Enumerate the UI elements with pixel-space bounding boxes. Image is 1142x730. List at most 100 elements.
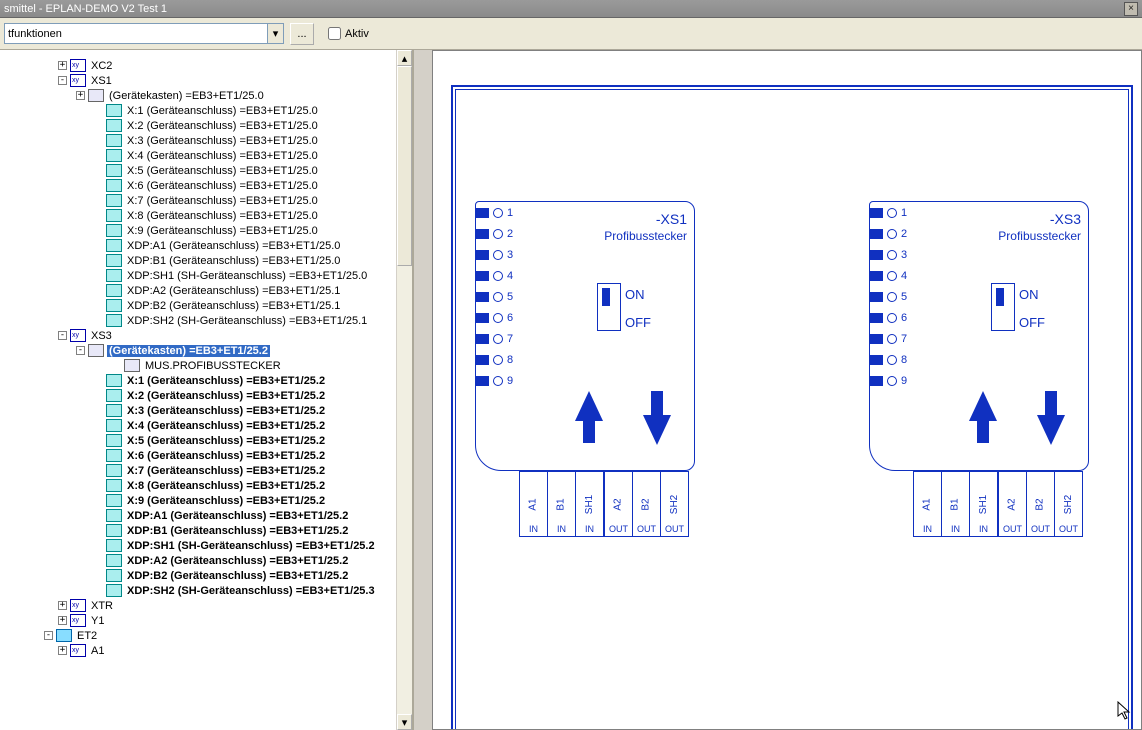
tree-item[interactable]: +XC2 bbox=[16, 58, 412, 73]
scroll-down-icon[interactable]: ▾ bbox=[397, 714, 412, 730]
collapse-icon[interactable]: - bbox=[58, 76, 67, 85]
tree-item[interactable]: X:8 (Geräteanschluss) =EB3+ET1/25.0 bbox=[16, 208, 412, 223]
aktiv-check-input[interactable] bbox=[328, 27, 341, 40]
structure-icon bbox=[70, 329, 86, 342]
tree-item[interactable]: XDP:SH2 (SH-Geräteanschluss) =EB3+ET1/25… bbox=[16, 313, 412, 328]
terminal-block: A1IN B1IN SH1IN A2OUT B2OUT SH2OUT bbox=[519, 471, 689, 537]
arrow-up-stem bbox=[977, 419, 989, 443]
connector-xs3[interactable]: -XS3 Profibusstecker ON OFF A1IN B1IN SH… bbox=[869, 201, 1089, 543]
pin-square-icon bbox=[475, 376, 489, 386]
tree-item[interactable]: X:2 (Geräteanschluss) =EB3+ET1/25.0 bbox=[16, 118, 412, 133]
tree-item[interactable]: X:6 (Geräteanschluss) =EB3+ET1/25.0 bbox=[16, 178, 412, 193]
collapse-icon[interactable]: - bbox=[44, 631, 53, 640]
tree-item[interactable]: -ET2 bbox=[16, 628, 412, 643]
tree-item[interactable]: X:2 (Geräteanschluss) =EB3+ET1/25.2 bbox=[16, 388, 412, 403]
connector-xs1[interactable]: -XS1 Profibusstecker ON OFF A1IN B1IN SH… bbox=[475, 201, 695, 543]
vertical-scrollbar[interactable]: ▴ ▾ bbox=[396, 50, 412, 730]
tree-item-label: X:9 (Geräteanschluss) =EB3+ET1/25.0 bbox=[125, 225, 320, 237]
pin-row: 6 bbox=[475, 312, 513, 324]
collapse-icon[interactable]: - bbox=[58, 331, 67, 340]
tree-item[interactable]: XDP:B1 (Geräteanschluss) =EB3+ET1/25.2 bbox=[16, 523, 412, 538]
tree-item-label: XDP:A2 (Geräteanschluss) =EB3+ET1/25.1 bbox=[125, 285, 342, 297]
pin-circle-icon bbox=[493, 208, 503, 218]
tree-item[interactable]: XDP:SH1 (SH-Geräteanschluss) =EB3+ET1/25… bbox=[16, 538, 412, 553]
close-icon[interactable]: × bbox=[1124, 2, 1138, 16]
expand-icon[interactable]: + bbox=[58, 646, 67, 655]
tree-item[interactable]: -(Gerätekasten) =EB3+ET1/25.2 bbox=[16, 343, 412, 358]
tree-item[interactable]: +A1 bbox=[16, 643, 412, 658]
scroll-thumb[interactable] bbox=[397, 66, 412, 266]
switch-on-label: ON bbox=[1019, 287, 1039, 302]
filter-combo-text: tfunktionen bbox=[8, 28, 62, 40]
connection-icon bbox=[106, 179, 122, 192]
devicebox-icon bbox=[124, 359, 140, 372]
tree-item[interactable]: X:4 (Geräteanschluss) =EB3+ET1/25.0 bbox=[16, 148, 412, 163]
expand-icon[interactable]: + bbox=[76, 91, 85, 100]
pin-number: 4 bbox=[901, 270, 907, 282]
tree-item-label: X:7 (Geräteanschluss) =EB3+ET1/25.2 bbox=[125, 465, 327, 477]
drawing-canvas[interactable]: -XS1 Profibusstecker ON OFF A1IN B1IN SH… bbox=[432, 50, 1142, 730]
scroll-up-icon[interactable]: ▴ bbox=[397, 50, 412, 66]
aktiv-checkbox[interactable]: Aktiv bbox=[328, 27, 369, 40]
tree-item[interactable]: XDP:B2 (Geräteanschluss) =EB3+ET1/25.1 bbox=[16, 298, 412, 313]
tree-item[interactable]: X:7 (Geräteanschluss) =EB3+ET1/25.2 bbox=[16, 463, 412, 478]
connection-icon bbox=[106, 494, 122, 507]
pin-square-icon bbox=[475, 271, 489, 281]
pin-number: 1 bbox=[507, 207, 513, 219]
tree-item[interactable]: XDP:SH1 (SH-Geräteanschluss) =EB3+ET1/25… bbox=[16, 268, 412, 283]
filter-combo[interactable]: tfunktionen ▾ bbox=[4, 23, 284, 44]
tree-item[interactable]: XDP:A1 (Geräteanschluss) =EB3+ET1/25.2 bbox=[16, 508, 412, 523]
connection-icon bbox=[106, 299, 122, 312]
tree-item[interactable]: X:7 (Geräteanschluss) =EB3+ET1/25.0 bbox=[16, 193, 412, 208]
structure-icon bbox=[70, 599, 86, 612]
pin-row: 2 bbox=[475, 228, 513, 240]
tree-item[interactable]: -XS1 bbox=[16, 73, 412, 88]
tree-item[interactable]: XDP:SH2 (SH-Geräteanschluss) =EB3+ET1/25… bbox=[16, 583, 412, 598]
tree-item[interactable]: X:4 (Geräteanschluss) =EB3+ET1/25.2 bbox=[16, 418, 412, 433]
pin-circle-icon bbox=[887, 355, 897, 365]
pin-number: 5 bbox=[901, 291, 907, 303]
tree-item[interactable]: X:3 (Geräteanschluss) =EB3+ET1/25.2 bbox=[16, 403, 412, 418]
pin-number: 9 bbox=[507, 375, 513, 387]
tree-item[interactable]: +Y1 bbox=[16, 613, 412, 628]
tree-item[interactable]: XDP:A2 (Geräteanschluss) =EB3+ET1/25.1 bbox=[16, 283, 412, 298]
pin-row: 3 bbox=[869, 249, 907, 261]
tree-item[interactable]: X:6 (Geräteanschluss) =EB3+ET1/25.2 bbox=[16, 448, 412, 463]
expand-icon[interactable]: + bbox=[58, 616, 67, 625]
tree-item[interactable]: X:5 (Geräteanschluss) =EB3+ET1/25.2 bbox=[16, 433, 412, 448]
expand-icon[interactable]: + bbox=[58, 601, 67, 610]
tree-item[interactable]: +XTR bbox=[16, 598, 412, 613]
tree-item[interactable]: X:3 (Geräteanschluss) =EB3+ET1/25.0 bbox=[16, 133, 412, 148]
tree-item-label: XDP:SH1 (SH-Geräteanschluss) =EB3+ET1/25… bbox=[125, 270, 369, 282]
expand-icon[interactable]: + bbox=[58, 61, 67, 70]
tree-item[interactable]: X:9 (Geräteanschluss) =EB3+ET1/25.0 bbox=[16, 223, 412, 238]
arrow-down-stem bbox=[1045, 391, 1057, 415]
pin-square-icon bbox=[475, 250, 489, 260]
tree-item-label: X:8 (Geräteanschluss) =EB3+ET1/25.2 bbox=[125, 480, 327, 492]
ellipsis-button[interactable]: ... bbox=[290, 23, 314, 45]
collapse-icon[interactable]: - bbox=[76, 346, 85, 355]
pin-circle-icon bbox=[887, 376, 897, 386]
connector-id: -XS1 bbox=[656, 211, 687, 227]
tree-item-label: X:7 (Geräteanschluss) =EB3+ET1/25.0 bbox=[125, 195, 320, 207]
connection-icon bbox=[106, 194, 122, 207]
pin-circle-icon bbox=[493, 313, 503, 323]
tree-item[interactable]: -XS3 bbox=[16, 328, 412, 343]
pin-row: 4 bbox=[869, 270, 907, 282]
tree-item[interactable]: X:8 (Geräteanschluss) =EB3+ET1/25.2 bbox=[16, 478, 412, 493]
tree-item[interactable]: +(Gerätekasten) =EB3+ET1/25.0 bbox=[16, 88, 412, 103]
tree-item[interactable]: XDP:A2 (Geräteanschluss) =EB3+ET1/25.2 bbox=[16, 553, 412, 568]
tree-item[interactable]: XDP:A1 (Geräteanschluss) =EB3+ET1/25.0 bbox=[16, 238, 412, 253]
tree-item[interactable]: X:5 (Geräteanschluss) =EB3+ET1/25.0 bbox=[16, 163, 412, 178]
connection-icon bbox=[106, 419, 122, 432]
tree-item[interactable]: X:9 (Geräteanschluss) =EB3+ET1/25.2 bbox=[16, 493, 412, 508]
tree-item-label: XDP:A2 (Geräteanschluss) =EB3+ET1/25.2 bbox=[125, 555, 350, 567]
tree-item[interactable]: XDP:B1 (Geräteanschluss) =EB3+ET1/25.0 bbox=[16, 253, 412, 268]
tree-item[interactable]: X:1 (Geräteanschluss) =EB3+ET1/25.0 bbox=[16, 103, 412, 118]
chevron-down-icon[interactable]: ▾ bbox=[267, 24, 283, 43]
tree-item[interactable]: X:1 (Geräteanschluss) =EB3+ET1/25.2 bbox=[16, 373, 412, 388]
pin-row: 3 bbox=[475, 249, 513, 261]
tree-item-label: X:1 (Geräteanschluss) =EB3+ET1/25.2 bbox=[125, 375, 327, 387]
tree-item[interactable]: MUS.PROFIBUSSTECKER bbox=[16, 358, 412, 373]
tree-item[interactable]: XDP:B2 (Geräteanschluss) =EB3+ET1/25.2 bbox=[16, 568, 412, 583]
